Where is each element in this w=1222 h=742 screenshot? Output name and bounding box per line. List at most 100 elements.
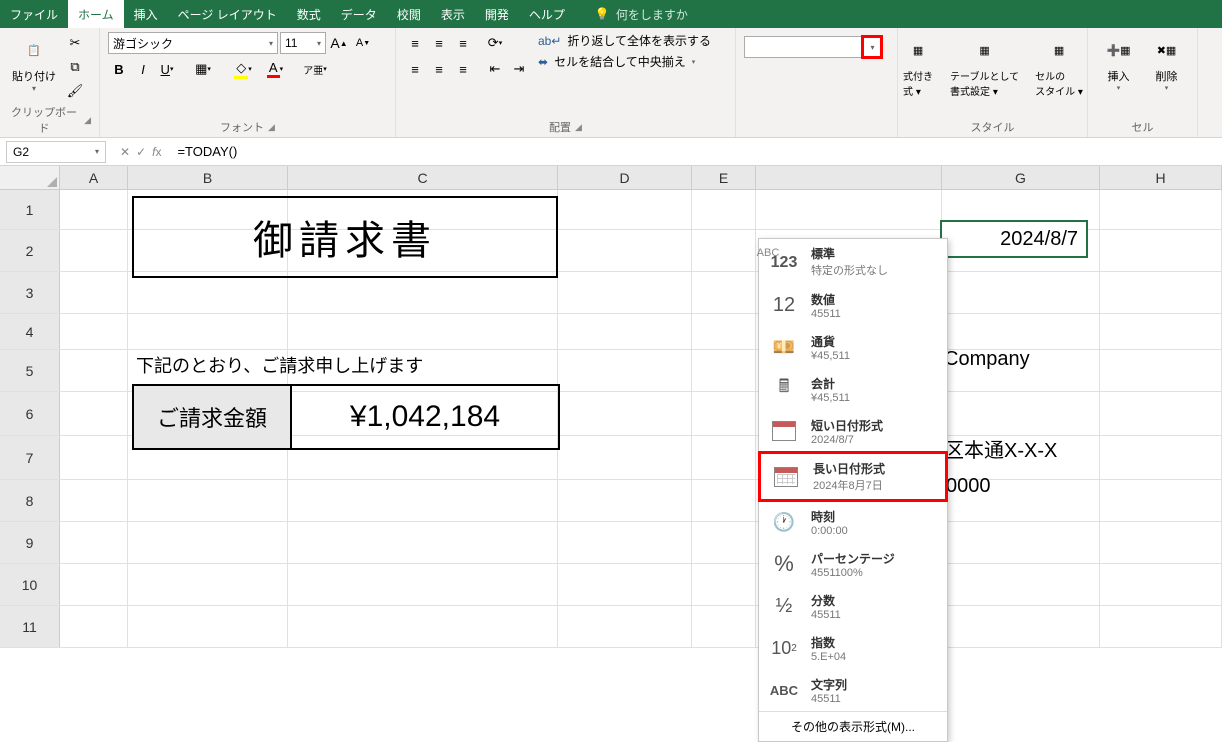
align-top-button[interactable]: ≡ <box>404 32 426 54</box>
cell[interactable] <box>558 272 692 313</box>
tab-insert[interactable]: 挿入 <box>124 0 168 29</box>
row-header-3[interactable]: 3 <box>0 272 60 313</box>
cell[interactable] <box>942 314 1100 349</box>
cell[interactable] <box>1100 606 1222 647</box>
cell[interactable] <box>756 190 942 229</box>
cell[interactable] <box>128 606 288 647</box>
fmt-long-date[interactable]: 長い日付形式2024年8月7日 <box>758 451 948 502</box>
fill-color-button[interactable]: ◇▾ <box>228 58 258 80</box>
tab-help[interactable]: ヘルプ <box>519 0 575 29</box>
cell[interactable] <box>558 190 692 229</box>
align-launcher-icon[interactable]: ◢ <box>575 122 582 133</box>
tab-view[interactable]: 表示 <box>431 0 475 29</box>
col-header-A[interactable]: A <box>60 166 128 189</box>
cell[interactable] <box>558 522 692 563</box>
cell[interactable] <box>1100 350 1222 391</box>
italic-button[interactable]: I <box>132 58 154 80</box>
bold-button[interactable]: B <box>108 58 130 80</box>
cell[interactable] <box>60 606 128 647</box>
cell[interactable] <box>558 392 692 435</box>
name-box[interactable]: G2▾ <box>6 141 106 163</box>
cell[interactable] <box>692 230 756 271</box>
cell[interactable] <box>288 564 558 605</box>
cancel-formula-icon[interactable]: ✕ <box>120 145 130 159</box>
cell[interactable] <box>1100 564 1222 605</box>
cell[interactable] <box>942 392 1100 435</box>
fmt-time[interactable]: 🕐 時刻0:00:00 <box>759 501 947 543</box>
cell[interactable] <box>288 606 558 647</box>
cell[interactable] <box>1100 190 1222 229</box>
align-middle-button[interactable]: ≡ <box>428 32 450 54</box>
row-header-7[interactable]: 7 <box>0 436 60 479</box>
conditional-format-button[interactable]: ▦式付き 式 ▾ <box>898 32 938 100</box>
format-painter-button[interactable]: 🖌 <box>64 80 86 102</box>
increase-font-button[interactable]: A▲ <box>328 32 350 54</box>
cell[interactable] <box>60 350 128 391</box>
fmt-scientific[interactable]: 102 指数5.E+04 <box>759 627 947 669</box>
cell[interactable] <box>60 436 128 479</box>
tab-home[interactable]: ホーム <box>68 0 124 29</box>
delete-cells-button[interactable]: ✖▦削除▾ <box>1147 32 1187 94</box>
increase-indent-button[interactable]: ⇥ <box>508 58 530 80</box>
cell[interactable] <box>60 314 128 349</box>
paste-button[interactable]: 📋 貼り付け ▾ <box>8 32 60 95</box>
cell[interactable] <box>692 392 756 435</box>
cell[interactable] <box>60 190 128 229</box>
number-format-dropdown-button[interactable]: ▾ <box>863 37 881 57</box>
formula-input[interactable]: =TODAY() <box>169 144 1222 159</box>
cell[interactable] <box>1100 480 1222 521</box>
format-as-table-button[interactable]: ▦テーブルとして 書式設定 ▾ <box>946 32 1023 100</box>
worksheet-grid[interactable]: ABCDEGH 1234567891011 御請求書 下記のとおり、ご請求申し上… <box>0 166 1222 648</box>
cell[interactable] <box>692 522 756 563</box>
cell[interactable] <box>128 564 288 605</box>
font-size-combo[interactable]: 11▾ <box>280 32 326 54</box>
orientation-button[interactable]: ⟳▾ <box>484 32 506 54</box>
copy-button[interactable]: ⧉ <box>64 56 86 78</box>
tab-file[interactable]: ファイル <box>0 0 68 29</box>
cell[interactable] <box>1100 314 1222 349</box>
row-header-2[interactable]: 2 <box>0 230 60 271</box>
select-all-corner[interactable] <box>0 166 60 189</box>
cell[interactable] <box>1100 392 1222 435</box>
wrap-text-button[interactable]: ab↵ 折り返して全体を表示する <box>538 32 727 49</box>
cell-G2-selected[interactable]: 2024/8/7 <box>940 220 1088 258</box>
cell[interactable] <box>60 392 128 435</box>
row-header-4[interactable]: 4 <box>0 314 60 349</box>
align-right-button[interactable]: ≡ <box>452 58 474 80</box>
cell[interactable] <box>558 480 692 521</box>
row-header-5[interactable]: 5 <box>0 350 60 391</box>
col-header-C[interactable]: C <box>288 166 558 189</box>
insert-cells-button[interactable]: ➕▦挿入▾ <box>1099 32 1139 94</box>
col-header-G[interactable]: G <box>942 166 1100 189</box>
cell[interactable] <box>1100 436 1222 479</box>
fmt-general[interactable]: ABC123 標準特定の形式なし <box>759 239 947 284</box>
cut-button[interactable]: ✂ <box>64 32 86 54</box>
tab-formulas[interactable]: 数式 <box>287 0 331 29</box>
fx-icon[interactable]: fx <box>152 145 161 159</box>
align-center-button[interactable]: ≡ <box>428 58 450 80</box>
cell[interactable] <box>692 606 756 647</box>
cell[interactable] <box>128 522 288 563</box>
cell[interactable] <box>558 606 692 647</box>
cell-styles-button[interactable]: ▦セルの スタイル ▾ <box>1031 32 1087 100</box>
row-header-9[interactable]: 9 <box>0 522 60 563</box>
fmt-text[interactable]: ABC 文字列45511 <box>759 669 947 711</box>
cell[interactable] <box>288 522 558 563</box>
cell[interactable] <box>60 522 128 563</box>
merge-center-button[interactable]: ⬌ セルを結合して中央揃え ▾ <box>538 53 727 70</box>
fmt-number[interactable]: 12 数値45511 <box>759 284 947 326</box>
fmt-fraction[interactable]: ½ 分数45511 <box>759 585 947 627</box>
enter-formula-icon[interactable]: ✓ <box>136 145 146 159</box>
cell[interactable] <box>692 350 756 391</box>
fmt-more-formats[interactable]: その他の表示形式(M)... <box>759 711 947 741</box>
font-color-button[interactable]: A▾ <box>260 58 290 80</box>
tab-developer[interactable]: 開発 <box>475 0 519 29</box>
cell[interactable] <box>942 606 1100 647</box>
align-left-button[interactable]: ≡ <box>404 58 426 80</box>
cell[interactable] <box>288 272 558 313</box>
tab-data[interactable]: データ <box>331 0 387 29</box>
cell[interactable] <box>60 564 128 605</box>
fmt-percent[interactable]: % パーセンテージ4551100% <box>759 543 947 585</box>
cell[interactable] <box>692 564 756 605</box>
cell[interactable] <box>558 230 692 271</box>
